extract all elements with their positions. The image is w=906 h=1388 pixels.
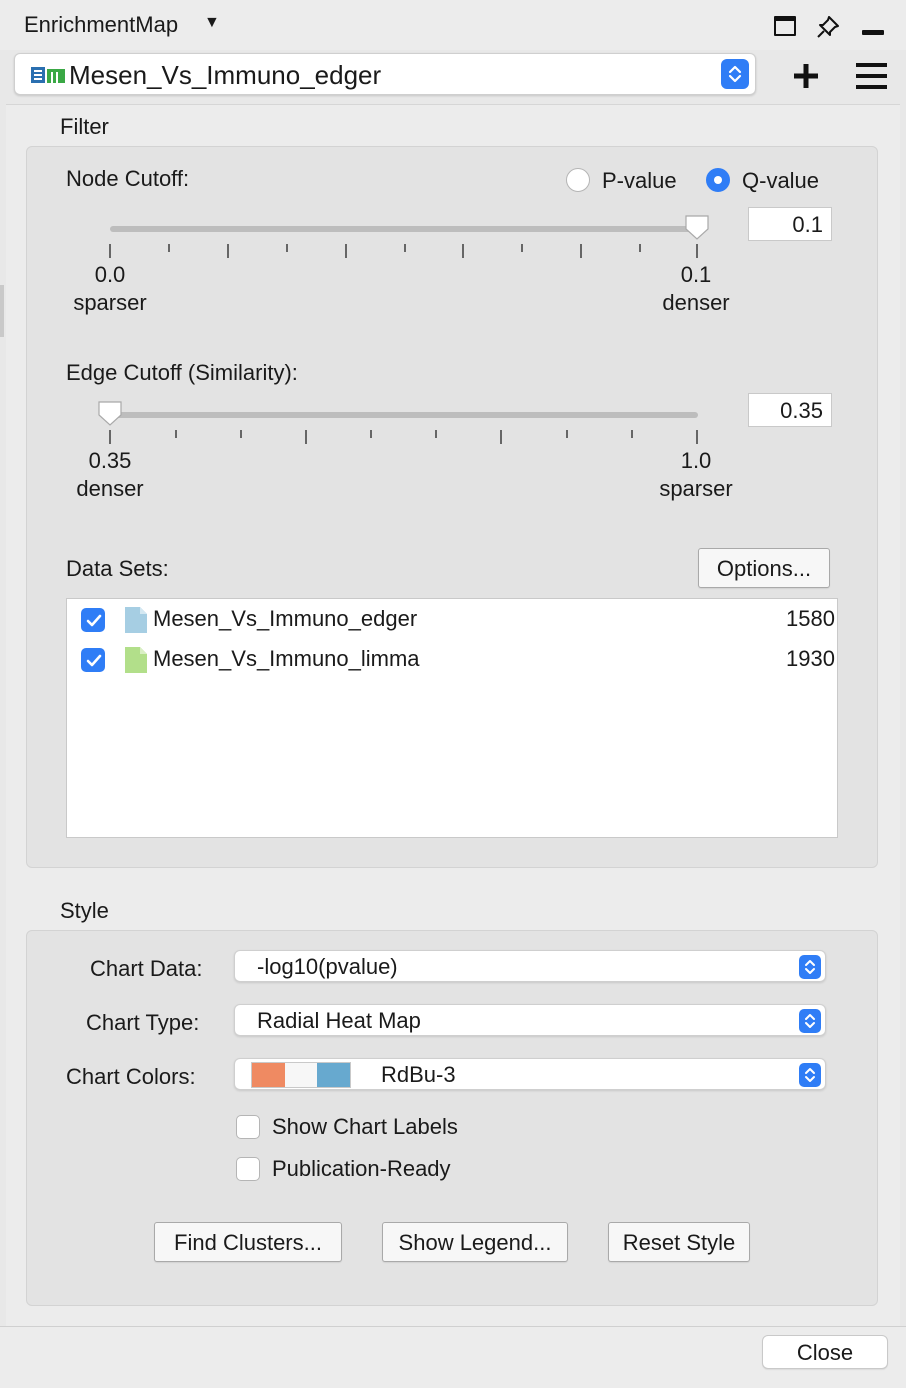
chart-colors-select[interactable]: RdBu-3 bbox=[234, 1058, 826, 1090]
edge-cutoff-label: Edge Cutoff (Similarity): bbox=[66, 360, 298, 385]
chart-type-select[interactable]: Radial Heat Map bbox=[234, 1004, 826, 1036]
chart-data-label: Chart Data: bbox=[90, 956, 203, 981]
chevron-up-down-icon[interactable] bbox=[799, 1009, 821, 1033]
network-selector[interactable]: Mesen_Vs_Immuno_edger bbox=[14, 53, 756, 95]
edge-cutoff-input[interactable]: 0.35 bbox=[748, 393, 832, 427]
swatch-blue bbox=[317, 1063, 351, 1087]
swatch-white bbox=[284, 1063, 318, 1087]
file-icon bbox=[125, 607, 147, 633]
slider-tick bbox=[175, 430, 177, 438]
slider-tick bbox=[462, 244, 464, 258]
list-item[interactable]: Mesen_Vs_Immuno_limma 1930 bbox=[67, 639, 837, 679]
slider-tick bbox=[109, 244, 111, 258]
minimize-icon[interactable] bbox=[862, 30, 884, 35]
slider-tick bbox=[566, 430, 568, 438]
dataset-name: Mesen_Vs_Immuno_edger bbox=[153, 606, 418, 631]
slider-tick bbox=[696, 244, 698, 258]
slider-tick bbox=[631, 430, 633, 438]
slider-tick bbox=[435, 430, 437, 438]
color-palette-swatch bbox=[251, 1062, 351, 1088]
edge-slider-max-label: 1.0 bbox=[680, 448, 712, 473]
chart-type-label: Chart Type: bbox=[86, 1010, 200, 1035]
data-sets-label: Data Sets: bbox=[66, 556, 169, 581]
chart-colors-label: Chart Colors: bbox=[66, 1064, 196, 1089]
dataset-checkbox[interactable] bbox=[81, 608, 105, 632]
slider-tick bbox=[639, 244, 641, 252]
slider-tick bbox=[168, 244, 170, 252]
dataset-count: 1930 bbox=[786, 646, 835, 671]
slider-tick bbox=[696, 430, 698, 444]
triangle-down-icon[interactable]: ▼ bbox=[204, 14, 220, 32]
q-value-radio[interactable] bbox=[706, 168, 730, 192]
slider-tick bbox=[580, 244, 582, 258]
file-icon bbox=[125, 647, 147, 673]
show-legend-button[interactable]: Show Legend... bbox=[382, 1222, 568, 1262]
slider-tick bbox=[305, 430, 307, 444]
chart-colors-value: RdBu-3 bbox=[381, 1062, 456, 1087]
node-slider-min-desc: sparser bbox=[73, 290, 147, 315]
options-button[interactable]: Options... bbox=[698, 548, 830, 588]
edge-cutoff-slider-thumb[interactable] bbox=[97, 400, 123, 426]
list-item[interactable]: Mesen_Vs_Immuno_edger 1580 bbox=[67, 599, 837, 639]
p-value-label[interactable]: P-value bbox=[602, 168, 677, 194]
swatch-red bbox=[252, 1063, 285, 1087]
slider-tick bbox=[370, 430, 372, 438]
plus-icon[interactable] bbox=[790, 60, 822, 92]
node-slider-max-label: 0.1 bbox=[680, 262, 712, 287]
p-value-radio[interactable] bbox=[566, 168, 590, 192]
show-chart-labels-label[interactable]: Show Chart Labels bbox=[272, 1114, 458, 1140]
chart-type-value: Radial Heat Map bbox=[257, 1008, 421, 1033]
style-section-title: Style bbox=[60, 898, 109, 923]
slider-tick bbox=[109, 430, 111, 444]
chevron-up-down-icon[interactable] bbox=[721, 59, 749, 89]
edge-slider-min-desc: denser bbox=[76, 476, 144, 501]
slider-tick bbox=[240, 430, 242, 438]
panel-resize-handle[interactable] bbox=[0, 285, 4, 337]
window-title[interactable]: EnrichmentMap bbox=[24, 12, 178, 38]
show-chart-labels-checkbox[interactable] bbox=[236, 1115, 260, 1139]
pin-icon[interactable] bbox=[815, 14, 841, 40]
reset-style-button[interactable]: Reset Style bbox=[608, 1222, 750, 1262]
slider-tick bbox=[500, 430, 502, 444]
filter-section-title: Filter bbox=[60, 114, 109, 139]
float-window-icon[interactable] bbox=[774, 16, 796, 36]
edge-slider-max-desc: sparser bbox=[659, 476, 733, 501]
find-clusters-button[interactable]: Find Clusters... bbox=[154, 1222, 342, 1262]
chart-data-value: -log10(pvalue) bbox=[257, 954, 398, 979]
chevron-up-down-icon[interactable] bbox=[799, 1063, 821, 1087]
node-slider-min-label: 0.0 bbox=[94, 262, 126, 287]
slider-tick bbox=[404, 244, 406, 252]
chevron-up-down-icon[interactable] bbox=[799, 955, 821, 979]
network-selector-value: Mesen_Vs_Immuno_edger bbox=[69, 60, 382, 90]
slider-tick bbox=[521, 244, 523, 252]
close-button[interactable]: Close bbox=[762, 1335, 888, 1369]
publication-ready-checkbox[interactable] bbox=[236, 1157, 260, 1181]
q-value-label[interactable]: Q-value bbox=[742, 168, 819, 194]
enrichment-map-network-icon bbox=[31, 67, 65, 83]
edge-cutoff-slider-track[interactable] bbox=[110, 412, 698, 418]
node-slider-max-desc: denser bbox=[662, 290, 730, 315]
hamburger-menu-icon[interactable] bbox=[855, 62, 888, 90]
data-sets-list[interactable]: Mesen_Vs_Immuno_edger 1580 Mesen_Vs_Immu… bbox=[66, 598, 838, 838]
window-title-bar: EnrichmentMap ▼ bbox=[0, 0, 906, 50]
node-cutoff-input[interactable]: 0.1 bbox=[748, 207, 832, 241]
dataset-name: Mesen_Vs_Immuno_limma bbox=[153, 646, 420, 671]
slider-tick bbox=[227, 244, 229, 258]
dataset-checkbox[interactable] bbox=[81, 648, 105, 672]
edge-slider-min-label: 0.35 bbox=[88, 448, 132, 473]
node-cutoff-slider-thumb[interactable] bbox=[684, 214, 710, 240]
chart-data-select[interactable]: -log10(pvalue) bbox=[234, 950, 826, 982]
dataset-count: 1580 bbox=[786, 606, 835, 631]
publication-ready-label[interactable]: Publication-Ready bbox=[272, 1156, 451, 1182]
slider-tick bbox=[345, 244, 347, 258]
node-cutoff-label: Node Cutoff: bbox=[66, 166, 190, 191]
slider-tick bbox=[286, 244, 288, 252]
node-cutoff-slider-track[interactable] bbox=[110, 226, 698, 232]
